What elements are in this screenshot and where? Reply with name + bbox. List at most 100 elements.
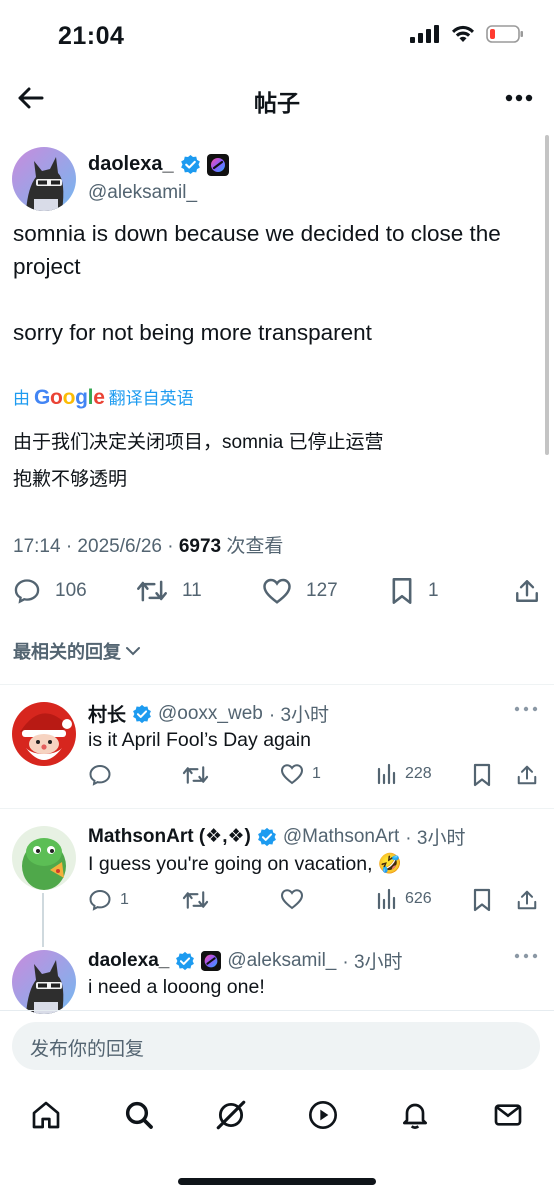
home-icon (32, 1101, 60, 1129)
translate-prefix: 由 (13, 389, 30, 408)
reply-more-button[interactable] (514, 706, 538, 720)
reply-count: 106 (55, 580, 87, 601)
views-icon (377, 888, 396, 910)
messages-icon (494, 1104, 522, 1126)
translation-line: 由于我们决定关闭项目，somnia 已停止运营 (13, 432, 384, 453)
sort-label: 最相关的回复 (13, 642, 121, 662)
author-name-row: daolexa_ (88, 153, 229, 176)
verified-badge-icon (133, 704, 151, 723)
bookmark-button[interactable] (472, 763, 492, 787)
reply-time: · 3小时 (342, 952, 403, 973)
reply-input-placeholder[interactable]: 发布你的回复 (30, 1034, 144, 1061)
home-indicator (178, 1178, 376, 1185)
repost-icon (182, 891, 209, 909)
like-button[interactable]: 127 (262, 577, 338, 605)
views-icon (377, 763, 396, 785)
reply-avatar[interactable] (12, 950, 76, 1014)
reply-author-handle[interactable]: @MathsonArt (283, 826, 399, 848)
bookmark-icon (473, 888, 491, 912)
tab-grok[interactable] (213, 1097, 249, 1133)
translation-attribution[interactable]: 由 Google 翻译自英语 (13, 384, 194, 410)
views-button[interactable]: 626 (377, 888, 432, 910)
notifications-icon (403, 1103, 427, 1129)
translation-line: 抱歉不够透明 (13, 469, 128, 490)
reply-actions: 1 228 (0, 763, 554, 791)
like-count: 1 (312, 765, 321, 782)
more-icon (514, 953, 538, 959)
tab-notifications[interactable] (397, 1097, 433, 1133)
more-icon (505, 94, 533, 102)
divider (0, 684, 554, 685)
wifi-icon (452, 25, 474, 42)
status-time: 21:04 (58, 22, 125, 50)
repost-button[interactable]: 11 (136, 577, 202, 605)
bookmark-count: 1 (428, 580, 439, 601)
reply-button[interactable] (88, 763, 120, 787)
sort-replies-dropdown[interactable]: 最相关的回复 (13, 638, 141, 664)
tab-search[interactable] (121, 1097, 157, 1133)
divider (0, 808, 554, 809)
share-button[interactable] (516, 888, 538, 912)
status-icons (410, 24, 524, 44)
repost-button[interactable] (182, 763, 217, 787)
share-button[interactable] (516, 763, 538, 787)
reply-icon (89, 889, 111, 911)
heart-icon (263, 578, 291, 604)
author-avatar[interactable] (12, 147, 76, 211)
heart-icon (280, 889, 304, 910)
post-text-line: somnia is down because we decided to clo… (13, 221, 501, 246)
translate-suffix: 翻译自英语 (108, 389, 194, 408)
bookmark-button[interactable] (472, 888, 492, 912)
reply-author-handle[interactable]: @aleksamil_ (227, 950, 336, 972)
reply-avatar[interactable] (12, 702, 76, 766)
verified-badge-icon (257, 827, 276, 846)
reply-author-name[interactable]: MathsonArt (❖,❖) (88, 825, 251, 848)
reply-button[interactable]: 106 (13, 577, 87, 605)
reply-more-button[interactable] (514, 953, 538, 967)
repost-button[interactable] (182, 888, 217, 912)
post-timestamp: 17:14 · 2025/6/26 · (13, 536, 179, 557)
tab-video[interactable] (305, 1097, 341, 1133)
affiliate-badge-icon (201, 950, 222, 971)
grok-icon (216, 1100, 246, 1130)
search-icon (125, 1101, 153, 1129)
affiliate-badge-icon (206, 153, 229, 176)
scrollbar[interactable] (545, 135, 549, 455)
tab-messages[interactable] (490, 1097, 526, 1133)
post-text-line: project (13, 254, 81, 279)
rofl-emoji: 🤣 (377, 853, 403, 875)
share-icon (517, 890, 537, 910)
reply-author-name[interactable]: 村长 (88, 700, 126, 727)
heart-icon (280, 764, 304, 785)
more-options-button[interactable] (504, 86, 534, 110)
reply-icon (14, 579, 40, 604)
views-button[interactable]: 228 (377, 763, 432, 785)
reply-avatar[interactable] (12, 826, 76, 890)
author-name[interactable]: daolexa_ (88, 153, 174, 176)
like-button[interactable]: 1 (280, 763, 321, 785)
more-icon (514, 706, 538, 712)
like-count: 127 (306, 580, 338, 601)
views-label: 次查看 (221, 536, 284, 557)
signal-icon (410, 25, 439, 43)
author-handle[interactable]: @aleksamil_ (88, 182, 197, 204)
reply-header: daolexa_ @aleksamil_ · 3小时 (88, 947, 403, 974)
share-button[interactable] (514, 577, 540, 605)
tab-home[interactable] (28, 1097, 64, 1133)
like-button[interactable] (280, 888, 312, 910)
reply-text: is it April Fool’s Day again (88, 729, 311, 751)
bookmark-button[interactable]: 1 (390, 577, 439, 605)
battery-icon (486, 25, 523, 43)
google-logo: Google (34, 386, 105, 409)
repost-count: 11 (182, 580, 202, 601)
reply-button[interactable]: 1 (88, 888, 129, 912)
view-count: 228 (405, 765, 432, 782)
repost-icon (182, 766, 209, 784)
reply-author-handle[interactable]: @ooxx_web (158, 703, 263, 725)
reply-time: · 3小时 (268, 705, 330, 726)
reply-actions: 1 626 (0, 888, 554, 916)
view-count: 6973 (178, 536, 222, 557)
verified-badge-icon (180, 154, 200, 175)
reply-author-name[interactable]: daolexa_ (88, 950, 169, 972)
share-icon (517, 765, 537, 785)
